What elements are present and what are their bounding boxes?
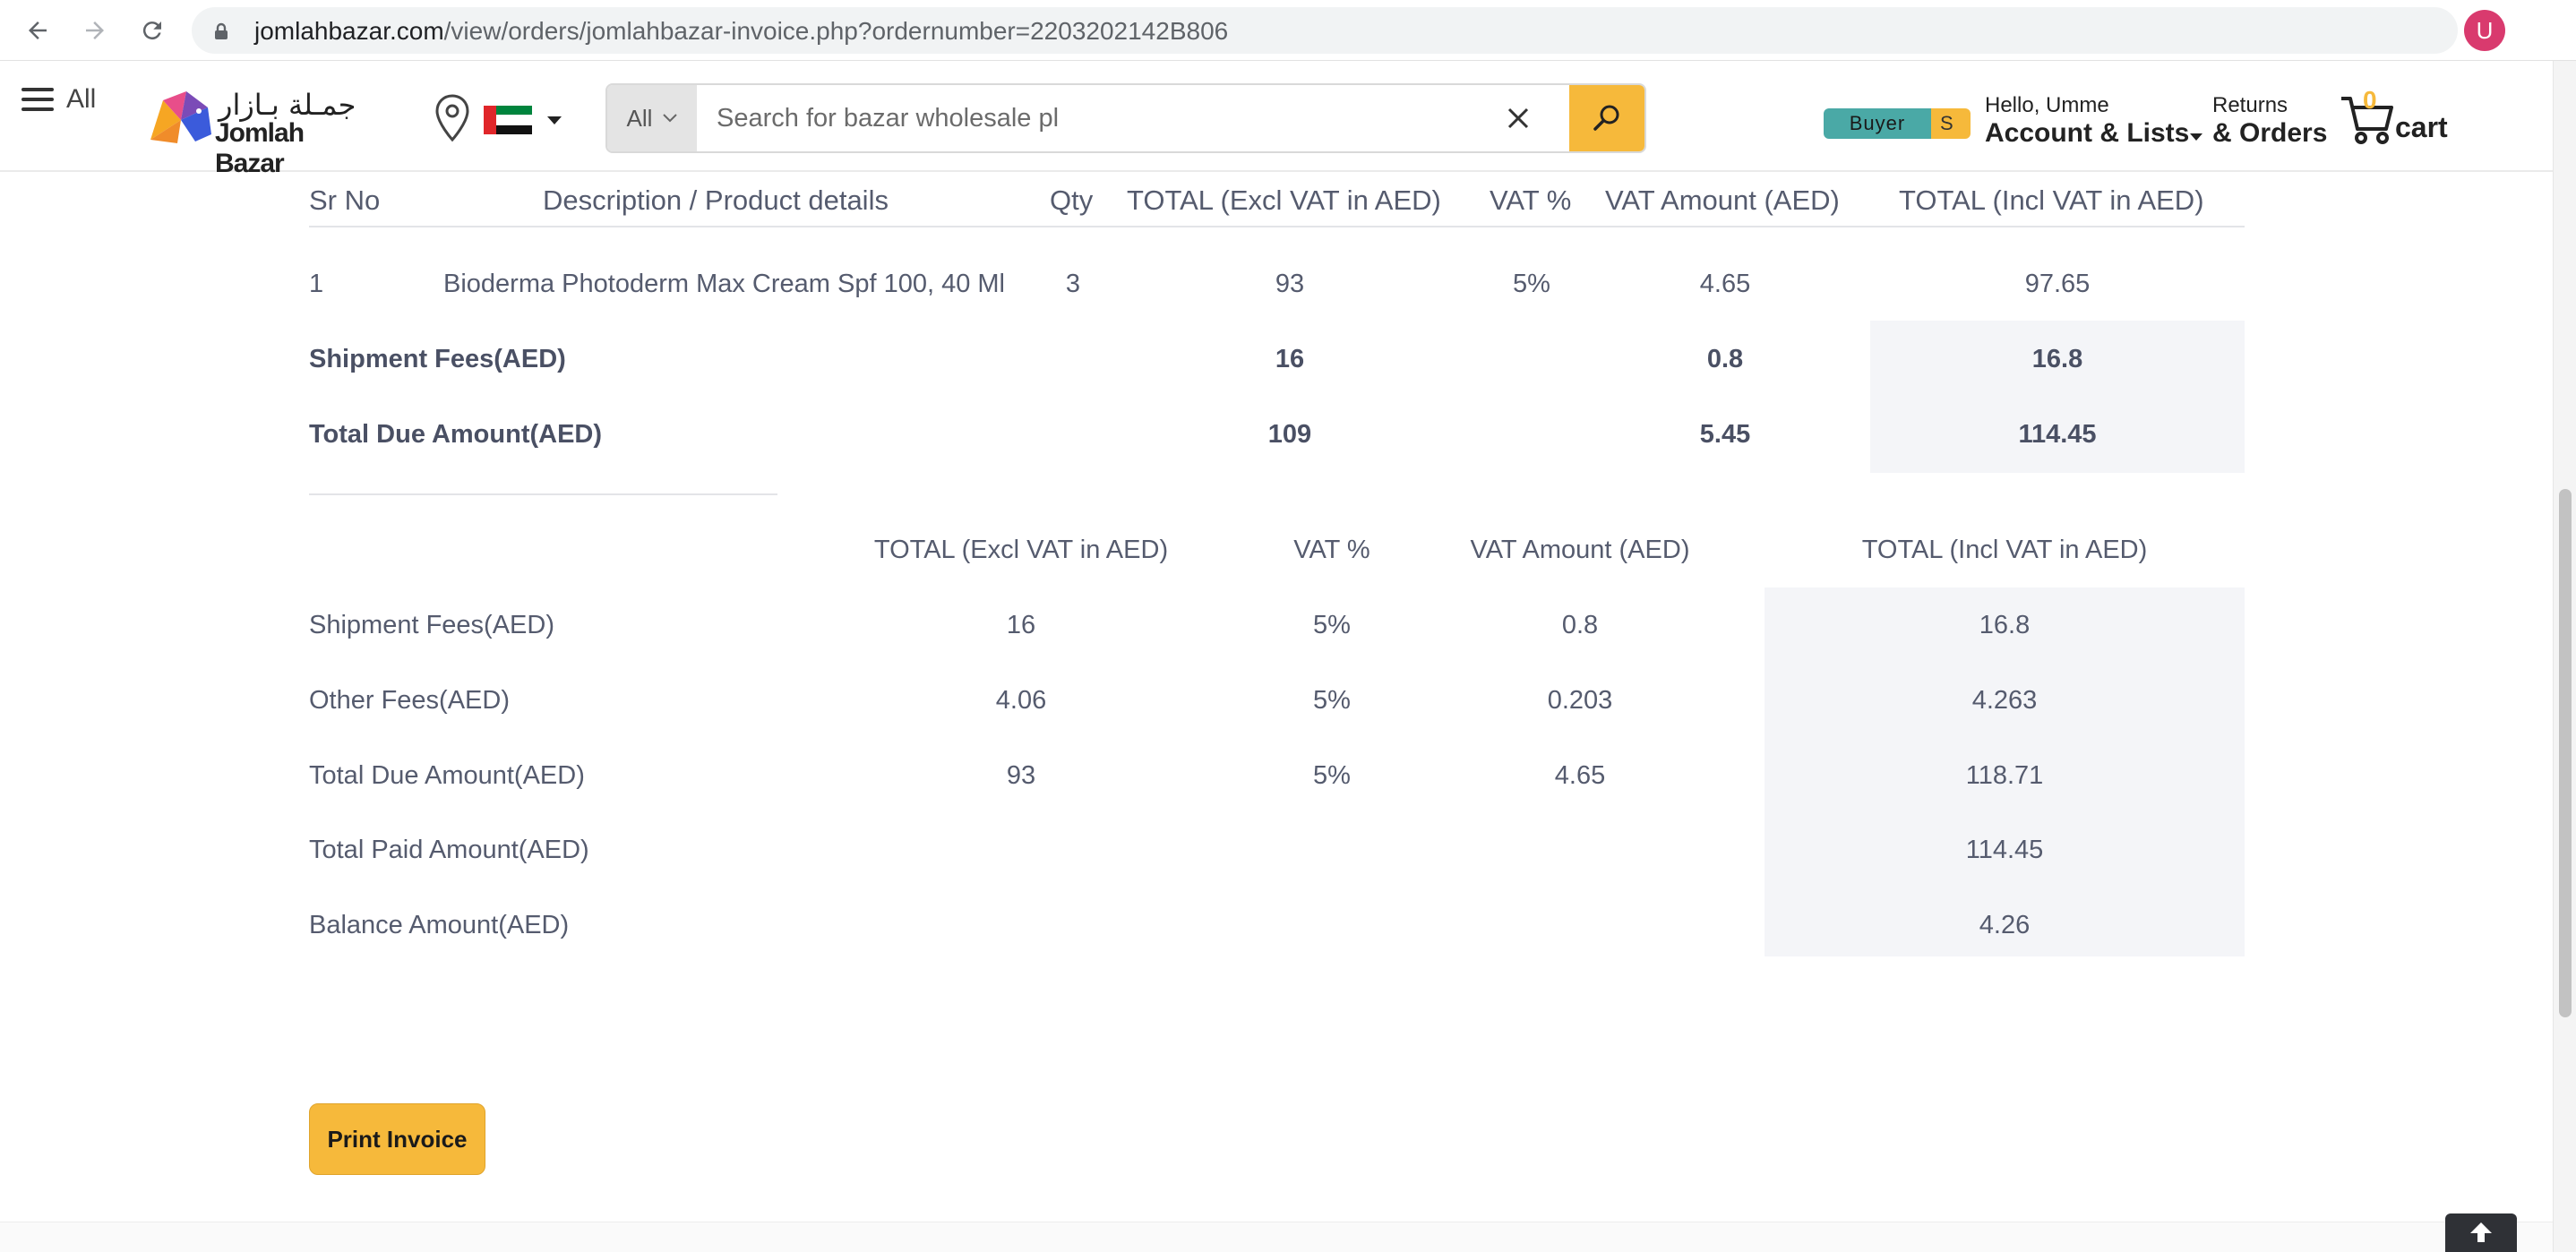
summary-row-vat-amount: 0.8 [1561,611,1599,639]
caret-down-icon [2190,133,2203,141]
summary-header-total-excl-vat: TOTAL (Excl VAT in AED) [873,536,1169,564]
returns-orders-link[interactable]: Returns & Orders [2212,93,2327,149]
summary-row-incl: 16.8 [1979,611,2031,639]
shipment-fees-label: Shipment Fees(AED) [309,345,566,373]
summary-row-vat-percent: 5% [1313,686,1351,715]
header-qty: Qty [1050,184,1094,216]
header-total-excl-vat: TOTAL (Excl VAT in AED) [1127,184,1441,216]
summary-row-incl: 118.71 [1965,761,2044,790]
lock-icon [213,22,229,45]
all-menu-label: All [66,84,97,114]
profile-avatar[interactable]: U [2464,10,2505,51]
summary-row-label: Shipment Fees(AED) [309,611,554,639]
url-text: jomlahbazar.com/view/orders/jomlahbazar-… [254,17,1229,45]
row-vat-amount: 4.65 [1699,270,1751,298]
summary-row-vat-percent: 5% [1313,611,1351,639]
header-description: Description / Product details [543,184,889,216]
header-sr-no: Sr No [309,184,381,216]
summary-row-vat-percent: 5% [1313,761,1351,790]
summary-header-vat-amount: VAT Amount (AED) [1470,536,1690,564]
logo-arabic-text: جمـلة بـازار [219,88,356,122]
search-bar: All [605,83,1646,153]
clear-search-icon[interactable] [1503,103,1533,138]
summary-row-vat-amount: 0.203 [1547,686,1613,715]
header-vat-amount: VAT Amount (AED) [1605,184,1840,216]
header-vat-percent: VAT % [1490,184,1572,216]
invoice-content: Sr No Description / Product details Qty … [0,172,2553,1223]
account-lists-label: Account & Lists [1985,118,2190,148]
row-product-description: Bioderma Photoderm Max Cream Spf 100, 40… [443,270,1005,298]
section-divider [309,493,777,495]
buyer-mode[interactable]: Buyer [1824,108,1931,139]
total-due-incl: 114.45 [2018,420,2097,449]
reload-icon[interactable] [134,13,170,48]
summary-header-total-incl-vat: TOTAL (Incl VAT in AED) [1861,536,2148,564]
summary-row-incl: 4.263 [1971,686,2038,715]
back-arrow-icon[interactable] [20,13,56,48]
search-category-select[interactable]: All [607,85,697,151]
elephant-logo-icon [150,91,211,143]
cart-link[interactable]: 0 cart [2340,86,2456,150]
greeting-text: Hello, Umme [1985,93,2109,117]
scrollbar-thumb[interactable] [2559,489,2572,1017]
row-total-incl-vat: 97.65 [2024,270,2091,298]
print-invoice-button[interactable]: Print Invoice [309,1103,485,1175]
account-menu[interactable]: Hello, Umme Account & Lists [1985,93,2203,149]
summary-row-incl: 114.45 [1965,836,2044,864]
orders-label: & Orders [2212,118,2328,148]
cart-count-badge: 0 [2363,86,2377,114]
hamburger-icon [21,88,54,111]
summary-row-label: Balance Amount(AED) [309,911,570,939]
footer-edge [0,1222,2553,1252]
chevron-down-icon[interactable] [546,115,562,131]
summary-row-excl: 16 [1006,611,1036,639]
summary-row-label: Total Paid Amount(AED) [309,836,589,864]
cart-label: cart [2395,111,2448,143]
buyer-seller-toggle[interactable]: Buyer S [1824,108,1971,139]
chevron-down-icon [663,114,678,123]
summary-row-label: Total Due Amount(AED) [309,761,585,790]
back-to-top-button[interactable] [2445,1213,2517,1252]
seller-mode[interactable]: S [1931,108,1971,139]
uae-flag-icon[interactable] [484,106,532,134]
logo-english-text: Jomlah Bazar [215,118,305,178]
row-total-excl-vat: 93 [1275,270,1305,298]
search-input[interactable] [697,85,1557,151]
row-sr-no: 1 [309,270,324,298]
total-due-vat: 5.45 [1699,420,1751,449]
location-pin-icon[interactable] [434,93,471,148]
forward-arrow-icon[interactable] [77,13,113,48]
row-vat-percent: 5% [1513,270,1550,298]
jomlah-bazar-logo[interactable]: جمـلة بـازار Jomlah Bazar [142,88,365,178]
header-divider [309,226,2245,227]
arrow-up-icon [2470,1222,2492,1242]
search-icon [1593,105,1619,131]
search-button[interactable] [1569,85,1644,151]
summary-row-excl: 93 [1006,761,1036,790]
summary-row-label: Other Fees(AED) [309,686,510,715]
total-due-label: Total Due Amount(AED) [309,420,603,449]
site-header: All جمـلة بـازار Jomlah Bazar All Search… [0,61,2553,178]
total-incl-highlight [1870,321,2245,473]
total-due-excl: 109 [1267,420,1312,449]
shipment-fees-excl: 16 [1275,345,1305,373]
returns-label: Returns [2212,93,2288,117]
header-total-incl-vat: TOTAL (Incl VAT in AED) [1899,184,2204,216]
row-qty: 3 [1065,270,1081,298]
page-scrollbar[interactable] [2553,61,2576,1252]
summary-row-vat-amount: 4.65 [1554,761,1606,790]
summary-row-excl: 4.06 [995,686,1047,715]
address-bar[interactable]: jomlahbazar.com/view/orders/jomlahbazar-… [192,7,2458,54]
shipment-fees-incl: 16.8 [2031,345,2083,373]
browser-toolbar: jomlahbazar.com/view/orders/jomlahbazar-… [0,0,2576,61]
search-category-label: All [626,104,653,132]
all-menu-button[interactable]: All [21,84,96,115]
shipment-fees-vat: 0.8 [1706,345,1744,373]
summary-row-incl: 4.26 [1979,911,2031,939]
summary-header-vat-percent: VAT % [1293,536,1370,564]
